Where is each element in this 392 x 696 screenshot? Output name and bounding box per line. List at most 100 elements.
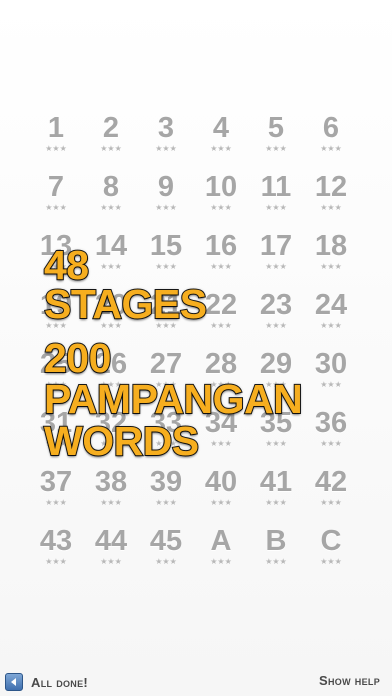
stage-stars: ★★★: [45, 557, 67, 566]
stage-number: 38: [94, 466, 128, 498]
stage-stars: ★★★: [45, 144, 67, 153]
stage-number: 30: [314, 348, 348, 380]
stage-button[interactable]: 11 ★★★: [248, 171, 304, 231]
stage-stars: ★★★: [45, 203, 67, 212]
stage-number: 45: [149, 525, 183, 557]
stage-button[interactable]: 18 ★★★: [303, 230, 359, 290]
stage-number: 37: [39, 466, 73, 498]
stage-button[interactable]: 10 ★★★: [193, 171, 249, 231]
stage-stars: ★★★: [265, 321, 287, 330]
stage-number: 41: [259, 466, 293, 498]
stage-stars: ★★★: [320, 557, 342, 566]
stage-stars: ★★★: [155, 498, 177, 507]
stage-button[interactable]: 37 ★★★: [28, 466, 84, 526]
stage-button[interactable]: 40 ★★★: [193, 466, 249, 526]
stage-button[interactable]: B ★★★: [248, 525, 304, 585]
stage-stars: ★★★: [210, 144, 232, 153]
stage-stars: ★★★: [265, 203, 287, 212]
stage-stars: ★★★: [155, 203, 177, 212]
stage-number: 36: [314, 407, 348, 439]
stage-number: 8: [102, 171, 120, 203]
stage-button[interactable]: C ★★★: [303, 525, 359, 585]
stage-stars: ★★★: [265, 262, 287, 271]
stage-number: 43: [39, 525, 73, 557]
stage-button[interactable]: 2 ★★★: [83, 112, 139, 172]
stage-number: 17: [259, 230, 293, 262]
stage-number: 7: [47, 171, 65, 203]
stage-number: 4: [212, 112, 230, 144]
promo-words-word: WORDS: [43, 418, 200, 464]
stage-button[interactable]: 8 ★★★: [83, 171, 139, 231]
stage-number: 6: [322, 112, 340, 144]
stage-number: 15: [149, 230, 183, 262]
stage-button[interactable]: 30 ★★★: [303, 348, 359, 408]
stage-button[interactable]: 5 ★★★: [248, 112, 304, 172]
stage-number: 12: [314, 171, 348, 203]
stage-number: 2: [102, 112, 120, 144]
stage-stars: ★★★: [210, 439, 232, 448]
stage-button[interactable]: 41 ★★★: [248, 466, 304, 526]
stage-stars: ★★★: [320, 439, 342, 448]
stage-button[interactable]: 44 ★★★: [83, 525, 139, 585]
stage-button[interactable]: 38 ★★★: [83, 466, 139, 526]
stage-number: A: [210, 525, 232, 557]
stage-stars: ★★★: [45, 498, 67, 507]
stage-number: 42: [314, 466, 348, 498]
stage-stars: ★★★: [100, 144, 122, 153]
stage-button[interactable]: 45 ★★★: [138, 525, 194, 585]
stage-button[interactable]: 3 ★★★: [138, 112, 194, 172]
stage-button[interactable]: 9 ★★★: [138, 171, 194, 231]
stage-button[interactable]: 36 ★★★: [303, 407, 359, 467]
promo-stage-count: 48: [43, 242, 90, 288]
footer-bar: All done! Show help: [0, 668, 392, 696]
all-done-button[interactable]: All done!: [5, 672, 88, 692]
stage-number: 5: [267, 112, 285, 144]
stage-stars: ★★★: [320, 380, 342, 389]
stage-button[interactable]: A ★★★: [193, 525, 249, 585]
stage-button[interactable]: 4 ★★★: [193, 112, 249, 172]
stage-number: 40: [204, 466, 238, 498]
promo-word-count: 200: [43, 335, 112, 381]
stage-stars: ★★★: [210, 557, 232, 566]
stage-number: 14: [94, 230, 128, 262]
stage-number: 23: [259, 289, 293, 321]
stage-number: 3: [157, 112, 175, 144]
stage-stars: ★★★: [100, 557, 122, 566]
stage-stars: ★★★: [210, 203, 232, 212]
stage-button[interactable]: 7 ★★★: [28, 171, 84, 231]
stage-stars: ★★★: [320, 321, 342, 330]
stage-stars: ★★★: [100, 498, 122, 507]
stage-stars: ★★★: [265, 498, 287, 507]
stage-number: 1: [47, 112, 65, 144]
all-done-label: All done!: [31, 674, 89, 690]
stage-stars: ★★★: [320, 144, 342, 153]
stage-button[interactable]: 24 ★★★: [303, 289, 359, 349]
stage-stars: ★★★: [210, 498, 232, 507]
stage-number: 18: [314, 230, 348, 262]
stage-number: B: [265, 525, 287, 557]
stage-number: 44: [94, 525, 128, 557]
stage-stars: ★★★: [265, 439, 287, 448]
stage-stars: ★★★: [265, 144, 287, 153]
stage-button[interactable]: 6 ★★★: [303, 112, 359, 172]
stage-button[interactable]: 17 ★★★: [248, 230, 304, 290]
stage-button[interactable]: 12 ★★★: [303, 171, 359, 231]
stage-stars: ★★★: [265, 557, 287, 566]
stage-button[interactable]: 39 ★★★: [138, 466, 194, 526]
stage-stars: ★★★: [320, 203, 342, 212]
promo-language: PAMPANGAN: [43, 376, 304, 422]
stage-stars: ★★★: [155, 557, 177, 566]
stage-number: 39: [149, 466, 183, 498]
stage-button[interactable]: 1 ★★★: [28, 112, 84, 172]
show-help-button[interactable]: Show help: [319, 673, 380, 688]
stage-number: 9: [157, 171, 175, 203]
promo-stages-word: STAGES: [43, 281, 208, 327]
stage-stars: ★★★: [320, 262, 342, 271]
stage-button[interactable]: 42 ★★★: [303, 466, 359, 526]
back-arrow-icon: [5, 673, 23, 691]
stage-stars: ★★★: [320, 498, 342, 507]
stage-stars: ★★★: [155, 144, 177, 153]
stage-button[interactable]: 43 ★★★: [28, 525, 84, 585]
stage-number: 10: [204, 171, 238, 203]
stage-button[interactable]: 23 ★★★: [248, 289, 304, 349]
